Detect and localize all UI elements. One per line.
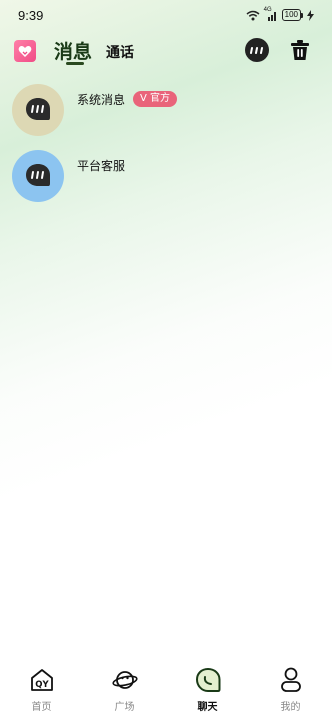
battery-icon: 100 — [281, 9, 303, 21]
nav-label: 首页 — [31, 702, 52, 713]
signal-icon: 4G — [263, 6, 278, 21]
chat-bubble-icon[interactable] — [245, 38, 269, 62]
person-icon — [280, 666, 302, 694]
heart-logo-icon[interactable] — [14, 40, 36, 62]
wifi-icon — [246, 10, 260, 21]
bottom-nav: QY 首页 广场 聊天 我的 — [0, 666, 332, 719]
nav-item-chat[interactable]: 聊天 — [166, 666, 249, 719]
avatar — [12, 150, 64, 202]
list-item-system-messages[interactable]: 系统消息 V 官方 — [0, 84, 332, 148]
official-badge: V 官方 — [133, 91, 178, 107]
list-item-customer-service[interactable]: 平台客服 — [0, 150, 332, 214]
status-time: 9:39 — [18, 8, 44, 23]
active-tab-indicator — [66, 62, 84, 65]
nav-label: 广场 — [114, 702, 135, 713]
status-icons: 4G 100 — [246, 6, 314, 21]
nav-label: 聊天 — [197, 702, 218, 713]
conversation-name: 系统消息 — [77, 93, 126, 107]
battery-level: 100 — [281, 9, 301, 21]
chat-bubble-icon — [26, 164, 50, 186]
home-qy-icon: QY — [30, 666, 54, 694]
signal-type-label: 4G — [263, 6, 272, 13]
nav-item-mine[interactable]: 我的 — [249, 666, 332, 719]
charging-icon — [307, 9, 314, 21]
avatar — [12, 84, 64, 136]
planet-icon — [111, 666, 138, 694]
chat-bubble-icon — [26, 98, 50, 120]
svg-text:QY: QY — [35, 680, 49, 690]
conversation-list: 系统消息 V 官方 平台客服 — [0, 84, 332, 214]
tab-messages[interactable]: 消息 — [54, 37, 92, 64]
trash-icon[interactable] — [288, 37, 312, 63]
nav-item-home[interactable]: QY 首页 — [0, 666, 83, 719]
conversation-name: 平台客服 — [77, 159, 126, 173]
nav-item-plaza[interactable]: 广场 — [83, 666, 166, 719]
tab-calls[interactable]: 通话 — [106, 42, 134, 62]
chat-leaf-icon — [195, 666, 221, 694]
header: 消息 通话 — [0, 32, 332, 72]
status-bar: 9:39 4G 100 — [0, 0, 332, 32]
nav-label: 我的 — [280, 702, 301, 713]
